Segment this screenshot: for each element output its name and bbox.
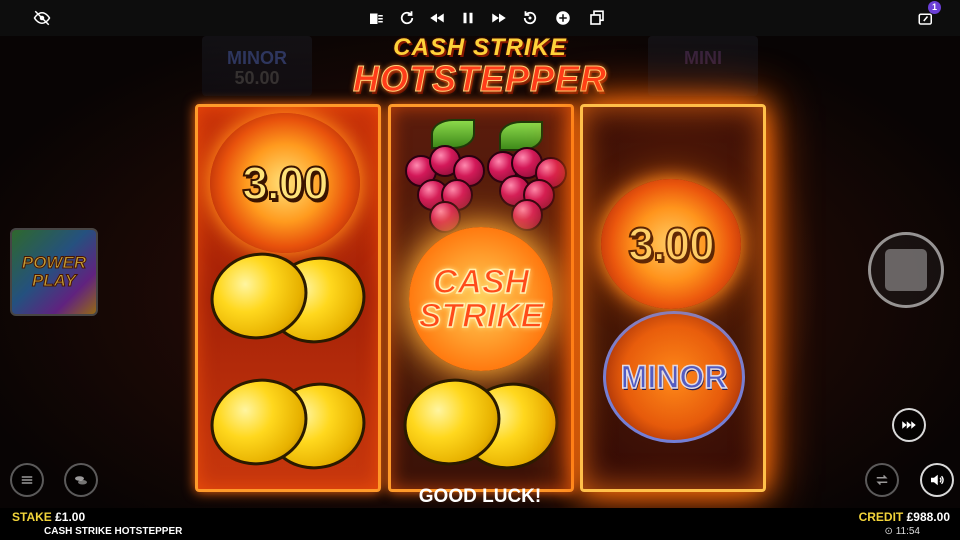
jackpot-mini-label: MINI	[684, 48, 722, 68]
logo-line-2: HOTSTEPPER	[352, 58, 608, 100]
top-toolbar: 1	[0, 0, 960, 37]
eye-off-icon[interactable]	[32, 8, 52, 28]
menu-button[interactable]	[10, 463, 44, 497]
pause-icon[interactable]	[458, 8, 478, 28]
menu-icon	[21, 476, 33, 484]
turbo-button[interactable]	[892, 408, 926, 442]
game-logo: CASH STRIKE HOTSTEPPER	[320, 34, 640, 102]
copy-icon[interactable]	[587, 8, 607, 28]
turbo-icon	[902, 421, 916, 429]
clock-icon: ⊙	[884, 526, 896, 537]
leaf-shape	[499, 121, 543, 151]
spin-button[interactable]	[868, 232, 944, 308]
stake-value: £1.00	[55, 510, 86, 524]
status-message: GOOD LUCK!	[418, 486, 542, 507]
cherry-shape	[429, 201, 461, 233]
notification-badge: 1	[928, 1, 941, 14]
stake-label: STAKE	[12, 510, 52, 524]
autoplay-icon	[876, 474, 888, 486]
reload-icon[interactable]	[397, 8, 417, 28]
clock-time: 11:54	[895, 526, 920, 537]
replay-icon[interactable]	[520, 8, 540, 28]
autoplay-button[interactable]	[865, 463, 899, 497]
jackpot-mini-panel: MINI	[648, 36, 758, 96]
sun-coin-value: 3.00	[241, 156, 330, 210]
jackpot-minor-label: MINOR	[227, 48, 287, 68]
credit-value: £988.00	[906, 510, 950, 524]
power-play-line-1: POWER	[21, 253, 87, 272]
reel-2: CASH STRIKE	[388, 104, 574, 492]
cherry-shape	[511, 199, 543, 231]
jackpot-minor-value: 50.00	[234, 68, 280, 88]
reel-3: 3.00 MINOR	[580, 104, 766, 492]
clear-icon[interactable]	[366, 8, 386, 28]
clock: ⊙ 11:54	[885, 526, 920, 537]
rewind-icon[interactable]	[427, 8, 447, 28]
sun-coin-symbol: 3.00	[210, 113, 360, 253]
reel-1: 3.00	[195, 104, 381, 492]
speaker-icon	[931, 474, 944, 486]
stake-display: STAKE £1.00	[12, 510, 85, 524]
stake-button[interactable]	[64, 463, 98, 497]
bottom-info-bar: STAKE £1.00 CREDIT £988.00 CASH STRIKE H…	[0, 508, 960, 540]
stop-icon	[885, 249, 927, 291]
sun-coin-symbol: 3.00	[601, 179, 741, 309]
cash-strike-text-2: STRIKE	[418, 297, 544, 335]
sun-coin-value: 3.00	[627, 217, 716, 271]
leaf-shape	[431, 119, 475, 149]
power-play-button[interactable]: POWER PLAY	[10, 228, 98, 316]
game-name: CASH STRIKE HOTSTEPPER	[44, 526, 183, 537]
cash-strike-symbol: CASH STRIKE	[409, 227, 553, 371]
cash-strike-text-1: CASH	[432, 263, 530, 301]
add-icon[interactable]	[553, 8, 573, 28]
power-play-line-2: PLAY	[31, 271, 77, 290]
coins-icon	[75, 476, 87, 485]
credit-display: CREDIT £988.00	[859, 510, 950, 524]
minor-coin-label: MINOR	[620, 358, 728, 396]
jackpot-minor-panel: MINOR 50.00	[202, 36, 312, 96]
credit-label: CREDIT	[858, 510, 904, 524]
minor-jackpot-coin: MINOR	[603, 311, 745, 443]
sound-button[interactable]	[920, 463, 954, 497]
fast-forward-icon[interactable]	[489, 8, 509, 28]
